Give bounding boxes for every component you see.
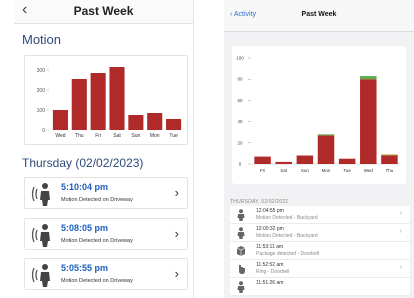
y-tick-label: 100 (236, 56, 244, 61)
chevron-right-icon: › (174, 266, 179, 281)
header: ‹ Past Week (14, 0, 193, 24)
bar (381, 155, 398, 164)
bar (338, 158, 356, 164)
x-tick-label: Fri (95, 133, 101, 139)
person-motion-icon (31, 264, 50, 287)
bar (71, 79, 87, 130)
x-tick-label: Sun (131, 133, 140, 139)
x-tick-label: Wed (55, 133, 65, 139)
weekly-activity-chart-svg: 0 20 40 60 80 100 Fri Sat Sun Mon Tue Wed Thu (236, 56, 400, 173)
y-tick-label: 20 (237, 140, 243, 145)
person-motion-icon (31, 183, 50, 206)
x-tick-label: Tue (343, 168, 351, 173)
chevron-right-icon: › (399, 264, 402, 271)
item-description: Package detected - Doorbell (256, 251, 320, 257)
bar (166, 119, 182, 130)
bar (109, 67, 125, 130)
list-item[interactable]: 11:53:11 am Package detected - Doorbell (230, 242, 410, 260)
item-time: 12:00:32 pm (256, 226, 284, 232)
x-tick-label: Thu (75, 133, 84, 139)
y-tick-label: 80 (237, 77, 243, 82)
chevron-right-icon: › (174, 226, 179, 241)
page-title: Past Week (301, 11, 337, 18)
bar (296, 155, 314, 164)
x-tick-label: Sun (301, 168, 310, 173)
motion-section-title: Motion (22, 32, 62, 47)
person-motion-icon (31, 224, 50, 247)
bar (52, 110, 68, 130)
event-row[interactable]: 5:10:04 pm Motion Detected on Driveway › (24, 177, 188, 209)
weekly-motion-chart: 0 100 200 300 Wed Thu Fri Sat Sun Mon Tue (24, 55, 188, 145)
person-icon (237, 227, 245, 239)
event-description: Motion Detected on Driveway (61, 238, 133, 244)
event-description: Motion Detected on Driveway (61, 278, 133, 284)
y-tick-label: 0 (239, 162, 242, 167)
bar-segment (360, 76, 377, 80)
item-time: 11:53:11 am (256, 244, 284, 250)
event-time: 5:10:04 pm (61, 182, 109, 192)
item-description: Motion Detected - Backyard (256, 215, 318, 221)
list-item[interactable]: 11:51:26 am (230, 278, 410, 296)
package-icon (236, 246, 246, 256)
page-title: Past Week (73, 4, 134, 18)
event-row[interactable]: 5:08:05 pm Motion Detected on Driveway › (24, 218, 188, 250)
right-screen: ‹ Activity Past Week 0 20 40 60 80 100 Fri Sat S… (224, 0, 414, 298)
item-time: 11:52:52 am (256, 262, 284, 268)
event-row[interactable]: 5:05:55 pm Motion Detected on Driveway › (24, 258, 188, 290)
y-tick-label: 200 (37, 88, 46, 94)
y-tick-label: 100 (37, 108, 46, 114)
event-time: 5:05:55 pm (61, 263, 109, 273)
bar (90, 73, 106, 130)
x-tick-label: Thu (386, 168, 394, 173)
item-description: Ring - Doorbell (256, 269, 290, 275)
person-icon (237, 281, 245, 293)
x-tick-label: Mon (322, 168, 331, 173)
list-item[interactable]: 11:52:52 am Ring - Doorbell › (230, 260, 410, 278)
weekly-activity-chart: 0 20 40 60 80 100 Fri Sat Sun Mon Tue Wed Thu (232, 46, 406, 184)
x-tick-label: Fri (260, 168, 265, 173)
chevron-right-icon: › (399, 210, 402, 217)
chevron-right-icon: › (399, 228, 402, 235)
header: ‹ Activity Past Week (224, 0, 414, 32)
x-tick-label: Mon (150, 133, 160, 139)
item-description: Motion Detected - Backyard (256, 233, 318, 239)
bar (254, 156, 271, 164)
x-tick-label: Sat (113, 133, 121, 139)
y-tick-label: 300 (37, 68, 46, 74)
bar (275, 161, 292, 164)
x-tick-label: Sat (280, 168, 288, 173)
y-tick-label: 40 (237, 119, 243, 124)
person-icon (237, 209, 245, 221)
bar (317, 135, 335, 164)
ring-hand-icon (239, 265, 245, 274)
event-description: Motion Detected on Driveway (61, 197, 133, 203)
bar-segment (317, 134, 335, 136)
list-item[interactable]: 12:04:55 pm Motion Detected - Backyard › (230, 206, 410, 224)
activity-list: 12:04:55 pm Motion Detected - Backyard ›… (230, 206, 410, 296)
list-item[interactable]: 12:00:32 pm Motion Detected - Backyard › (230, 224, 410, 242)
y-tick-label: 60 (237, 98, 243, 103)
x-tick-label: Wed (364, 168, 374, 173)
item-time: 12:04:55 pm (256, 208, 284, 214)
y-tick-label: 0 (42, 128, 45, 134)
left-screen: ‹ Past Week Motion 0 100 200 300 Wed Thu Fri Sa… (14, 0, 194, 298)
bar (147, 113, 163, 130)
event-time: 5:08:05 pm (61, 223, 109, 233)
chevron-right-icon: › (174, 185, 179, 200)
day-heading: Thursday (02/02/2023) (22, 156, 144, 170)
bar-segment (381, 154, 398, 156)
item-time: 11:51:26 am (256, 280, 284, 286)
bar (128, 115, 144, 130)
x-tick-label: Tue (169, 133, 178, 139)
bar (360, 79, 377, 164)
weekly-motion-chart-svg: 0 100 200 300 Wed Thu Fri Sat Sun Mon Tue (37, 67, 182, 139)
day-section-label: THURSDAY, 02/02/2022 (230, 199, 289, 205)
